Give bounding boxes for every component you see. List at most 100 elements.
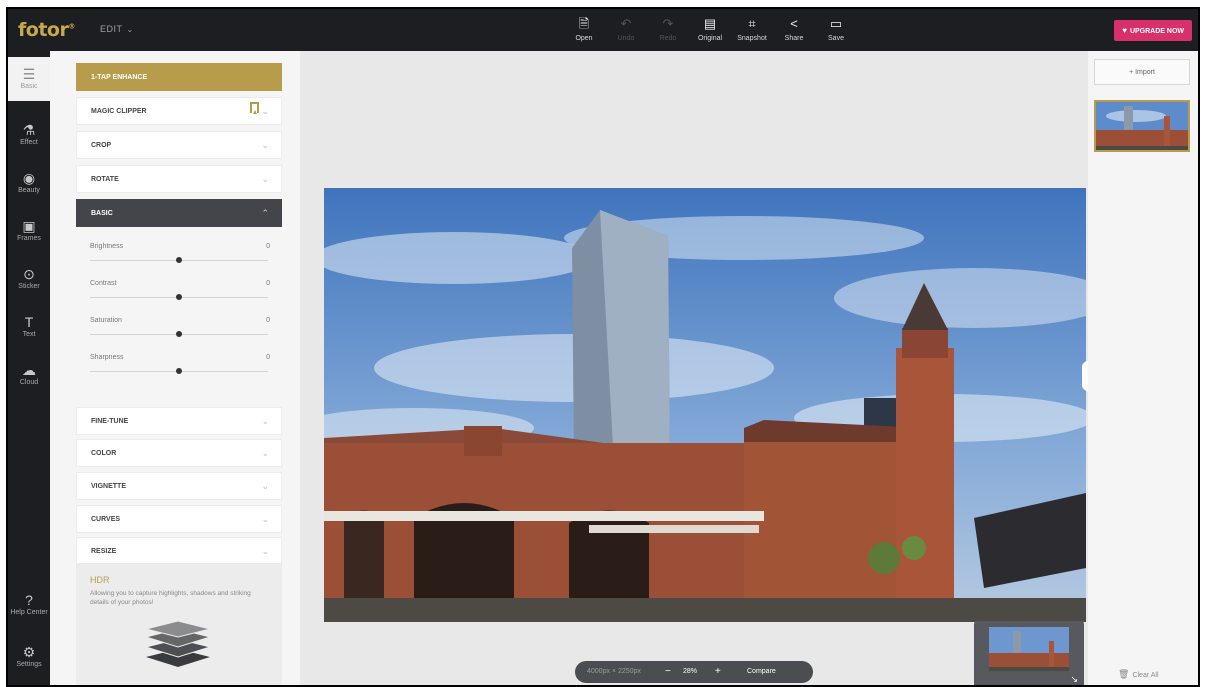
hdr-card[interactable]: HDR Allowing you to capture highlights, … (76, 563, 282, 685)
contrast-label: Contrast (90, 280, 117, 287)
basic-adjustments: Brightness 0 Contrast 0 Saturation 0 Sha… (76, 233, 282, 390)
color-row[interactable]: COLOR ⌄ (76, 439, 282, 467)
chevron-down-icon: ⌄ (126, 25, 134, 34)
main-toolbar: 🗎 Open ↶ Undo ↷ Redo ▤ Original ⌗ Snapshot < S… (563, 13, 857, 42)
zoom-out-button[interactable]: − (665, 661, 671, 683)
contrast-knob[interactable] (176, 294, 182, 300)
open-icon: 🗎 (578, 16, 590, 31)
clear-all-button[interactable]: 🗑 Clear All (1118, 669, 1159, 680)
navigator-thumbnail (989, 627, 1069, 671)
fotor-logo[interactable]: fotor® (18, 19, 75, 41)
chevron-down-icon: ⌄ (261, 140, 269, 150)
curves-row[interactable]: CURVES ⌄ (76, 505, 282, 533)
upgrade-now-button[interactable]: ♥ UPGRADE NOW (1114, 20, 1192, 41)
sharpness-label: Sharpness (90, 354, 124, 361)
one-tap-enhance-button[interactable]: 1-TAP ENHANCE (76, 63, 282, 91)
chevron-down-icon: ⌄ (261, 546, 269, 556)
chevron-down-icon: ⌄ (261, 448, 269, 458)
sharpness-value: 0 (266, 354, 270, 361)
rail-item-help-center[interactable]: ? Help Center (8, 591, 50, 616)
saturation-label: Saturation (90, 317, 122, 324)
hdr-description: Allowing you to capture highlights, shad… (90, 590, 251, 606)
saturation-value: 0 (266, 317, 270, 324)
zoom-in-button[interactable]: + (715, 661, 721, 683)
frame-icon: ▣ (22, 218, 36, 234)
sliders-icon: ☰ (22, 66, 36, 82)
chevron-down-icon: ⌄ (261, 481, 269, 491)
chevron-down-icon: ⌄ (261, 106, 269, 116)
original-icon: ▤ (703, 16, 717, 31)
rail-item-beauty[interactable]: ◉ Beauty (8, 169, 50, 194)
hdr-layers-icon (144, 620, 212, 667)
brightness-knob[interactable] (176, 257, 182, 263)
image-dimensions: 4000px × 2250px (587, 668, 641, 675)
sticker-icon: ⊙ (23, 266, 35, 282)
zoom-bar: 4000px × 2250px − 28% + Compare (575, 661, 813, 683)
edit-menu[interactable]: EDIT ⌄ (100, 24, 134, 34)
save-icon: ▭ (829, 16, 843, 31)
basic-row[interactable]: BASIC ⌃ (76, 199, 282, 227)
rail-item-basic[interactable]: ☰ Basic (8, 57, 50, 101)
chevron-down-icon: ⌄ (261, 174, 269, 184)
heart-icon: ♥ (1122, 26, 1127, 35)
app-window: fotor® EDIT ⌄ 🗎 Open ↶ Undo ↷ Redo ▤ Original… (6, 7, 1200, 687)
rail-item-cloud[interactable]: ☁ Cloud (8, 361, 50, 386)
snapshot-button[interactable]: ⌗ Snapshot (731, 13, 773, 42)
chevron-down-icon: ⌄ (261, 514, 269, 524)
snapshot-icon: ⌗ (748, 16, 756, 31)
collapse-navigator-icon[interactable]: ↘ (1070, 674, 1078, 685)
bookmark-icon (250, 102, 259, 114)
sharpness-slider-row: Sharpness 0 (90, 354, 270, 388)
brightness-value: 0 (266, 243, 270, 250)
contrast-value: 0 (266, 280, 270, 287)
cloud-icon: ☁ (22, 362, 36, 378)
import-button[interactable]: + Import (1094, 59, 1190, 85)
vignette-row[interactable]: VIGNETTE ⌄ (76, 472, 282, 500)
undo-button[interactable]: ↶ Undo (605, 13, 647, 42)
brightness-slider-row: Brightness 0 (90, 243, 270, 277)
sharpness-knob[interactable] (176, 368, 182, 374)
text-icon: T (24, 314, 34, 330)
contrast-slider-row: Contrast 0 (90, 280, 270, 314)
eye-icon: ◉ (22, 170, 36, 186)
rail-item-text[interactable]: T Text (8, 313, 50, 338)
edited-photo[interactable] (324, 188, 1086, 622)
rail-item-frames[interactable]: ▣ Frames (8, 217, 50, 242)
left-rail: ☰ Basic ⚗ Effect ◉ Beauty ▣ Frames ⊙ Sticker … (8, 51, 50, 685)
saturation-knob[interactable] (176, 331, 182, 337)
help-icon: ? (25, 592, 33, 608)
undo-icon: ↶ (620, 16, 632, 31)
redo-button[interactable]: ↷ Redo (647, 13, 689, 42)
crop-row[interactable]: CROP ⌄ (76, 131, 282, 159)
navigator-preview[interactable]: ↘ (974, 621, 1084, 685)
rail-item-sticker[interactable]: ⊙ Sticker (8, 265, 50, 290)
fine-tune-row[interactable]: FINE-TUNE ⌄ (76, 407, 282, 435)
share-button[interactable]: < Share (773, 13, 815, 42)
panel-collapse-handle[interactable] (1082, 361, 1088, 391)
resize-row[interactable]: RESIZE ⌄ (76, 537, 282, 565)
magic-clipper-row[interactable]: MAGIC CLIPPER ⌄ (76, 97, 282, 125)
redo-icon: ↷ (662, 16, 674, 31)
chevron-down-icon: ⌄ (261, 416, 269, 426)
rotate-row[interactable]: ROTATE ⌄ (76, 165, 282, 193)
hdr-title: HDR (90, 575, 110, 585)
settings-icon: ⚙ (22, 644, 36, 660)
top-bar: fotor® EDIT ⌄ 🗎 Open ↶ Undo ↷ Redo ▤ Original… (8, 9, 1198, 51)
trash-icon: 🗑 (1118, 669, 1130, 679)
rail-item-effect[interactable]: ⚗ Effect (8, 121, 50, 146)
open-button[interactable]: 🗎 Open (563, 13, 605, 42)
editor-canvas: 4000px × 2250px − 28% + Compare ↘ (300, 51, 1088, 685)
rail-item-settings[interactable]: ⚙ Settings (8, 643, 50, 668)
thumbnail-image (1096, 102, 1188, 150)
saturation-slider-row: Saturation 0 (90, 317, 270, 351)
brightness-label: Brightness (90, 243, 124, 250)
zoom-level: 28% (683, 668, 698, 675)
image-thumbnail[interactable] (1094, 100, 1190, 152)
adjust-panel: 1-TAP ENHANCE MAGIC CLIPPER ⌄ CROP ⌄ ROTAT… (50, 51, 300, 685)
chevron-up-icon: ⌃ (261, 208, 269, 218)
original-button[interactable]: ▤ Original (689, 13, 731, 42)
share-icon: < (790, 16, 798, 31)
compare-button[interactable]: Compare (747, 661, 776, 683)
save-button[interactable]: ▭ Save (815, 13, 857, 42)
flask-icon: ⚗ (22, 122, 36, 138)
